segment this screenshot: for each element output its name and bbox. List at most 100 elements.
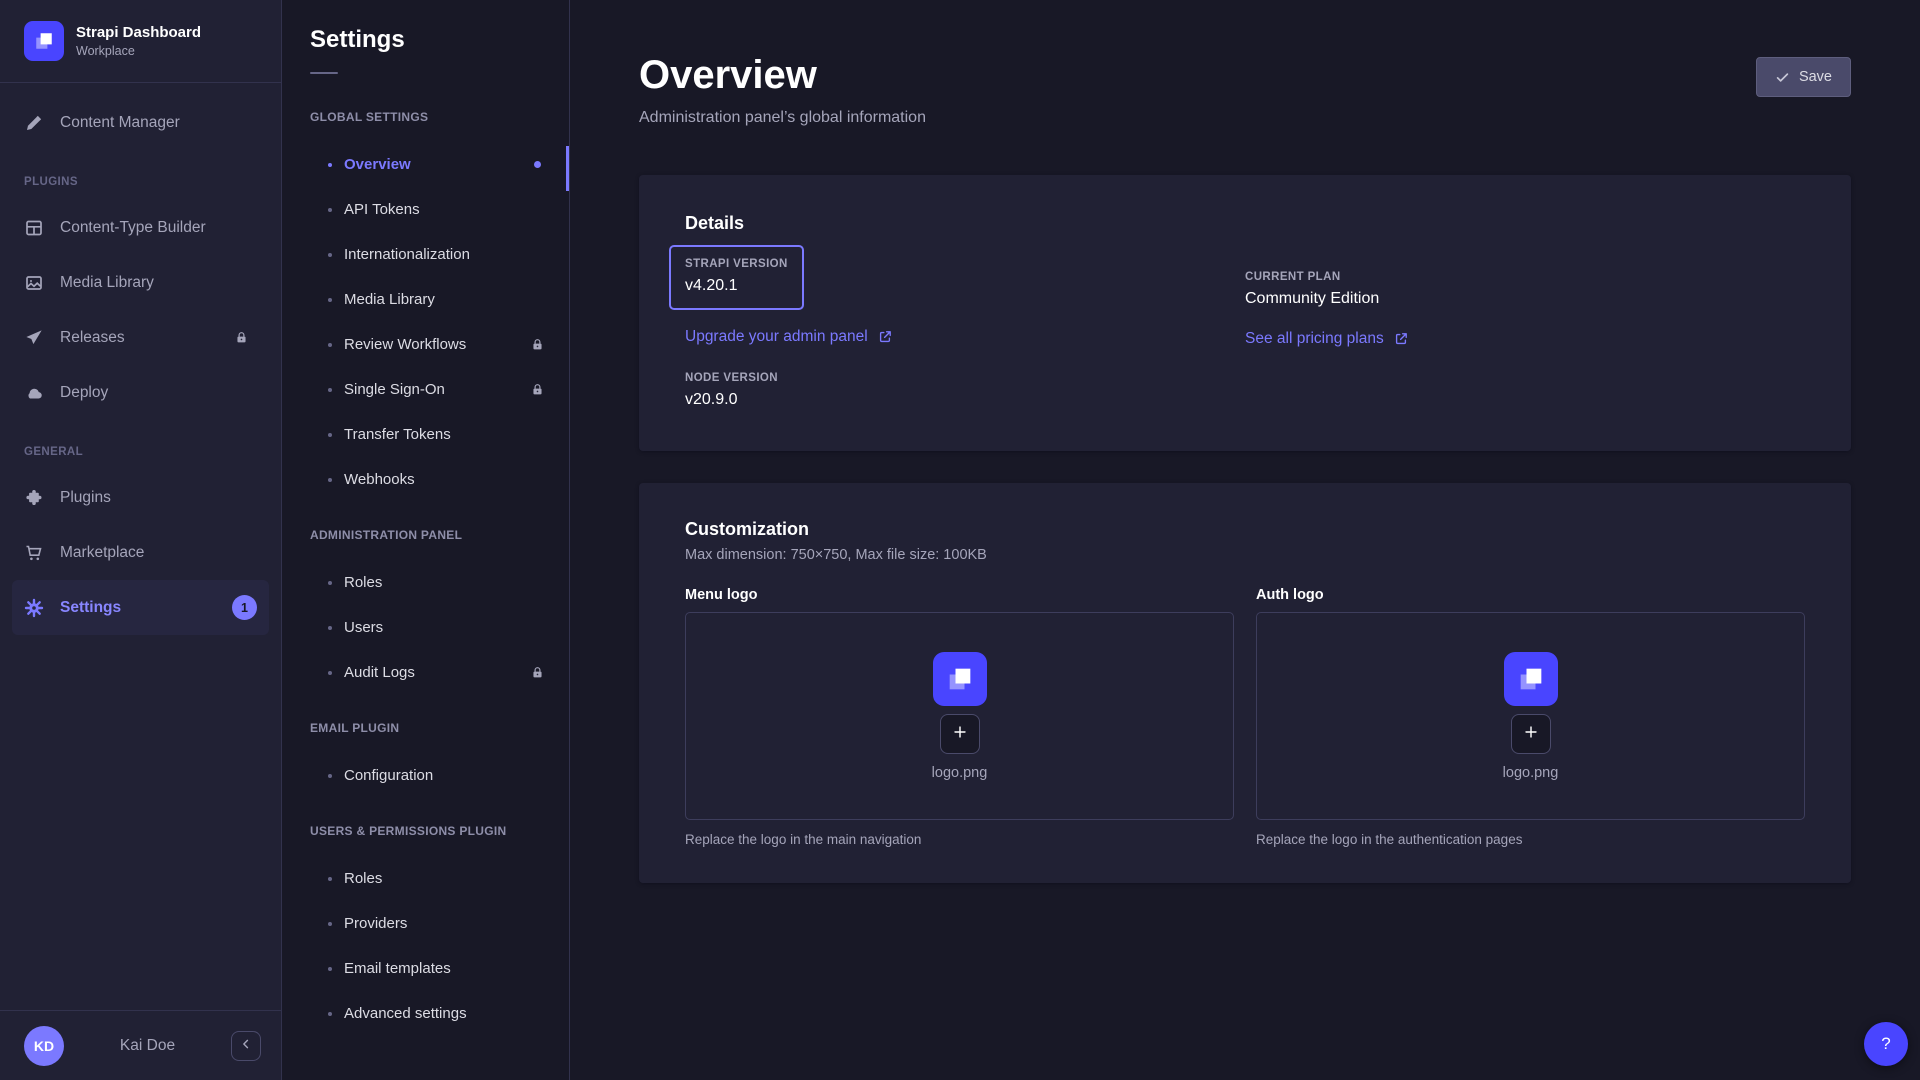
subnav-item-label: Internationalization: [344, 246, 470, 263]
subnav-item-transfer-tokens[interactable]: Transfer Tokens: [282, 412, 569, 457]
menu-logo-hint: Replace the logo in the main navigation: [685, 832, 1234, 847]
bullet-icon: [328, 163, 332, 167]
subnav-item-label: Webhooks: [344, 471, 415, 488]
subnav-section-label-email-plugin: EMAIL PLUGIN: [310, 721, 541, 735]
active-item-edge-indicator: [566, 146, 569, 191]
details-card: Details STRAPI VERSION v4.20.1 Upgrade y…: [639, 175, 1851, 451]
subnav-item-label: Providers: [344, 915, 407, 932]
main-content: Overview Administration panel’s global i…: [570, 0, 1920, 1080]
notification-count-badge: 1: [232, 595, 257, 620]
menu-logo-label: Menu logo: [685, 587, 1234, 603]
grid-icon: [24, 218, 44, 238]
auth-logo-label: Auth logo: [1256, 587, 1805, 603]
sidebar-item-label: Content-Type Builder: [60, 219, 206, 237]
user-bar: KD Kai Doe: [0, 1010, 281, 1080]
bullet-icon: [328, 298, 332, 302]
pricing-link-label: See all pricing plans: [1245, 330, 1384, 348]
menu-logo-filename: logo.png: [932, 765, 988, 781]
subnav-item-label: Audit Logs: [344, 664, 415, 681]
page-subtitle: Administration panel’s global informatio…: [639, 109, 926, 127]
bullet-icon: [328, 343, 332, 347]
avatar[interactable]: KD: [24, 1026, 64, 1066]
subnav-item-roles[interactable]: Roles: [282, 560, 569, 605]
subnav-item-label: Transfer Tokens: [344, 426, 451, 443]
gear-icon: [24, 598, 44, 618]
auth-logo-hint: Replace the logo in the authentication p…: [1256, 832, 1805, 847]
collapse-sidebar-button[interactable]: [231, 1031, 261, 1061]
bullet-icon: [328, 671, 332, 675]
menu-logo-add-button[interactable]: [940, 714, 980, 754]
plus-icon: [1522, 723, 1540, 744]
subnav-item-audit-logs[interactable]: Audit Logs: [282, 650, 569, 695]
subnav-item-label: Users: [344, 619, 383, 636]
sidebar-item-content-type-builder[interactable]: Content-Type Builder: [0, 200, 281, 255]
workspace-switcher[interactable]: Strapi Dashboard Workplace: [0, 0, 281, 83]
subnav-item-webhooks[interactable]: Webhooks: [282, 457, 569, 502]
bullet-icon: [328, 626, 332, 630]
save-button[interactable]: Save: [1756, 57, 1851, 97]
bullet-icon: [328, 967, 332, 971]
menu-logo-upload-box[interactable]: logo.png: [685, 612, 1234, 820]
subnav-item-review-workflows[interactable]: Review Workflows: [282, 322, 569, 367]
subnav-item-single-sign-on[interactable]: Single Sign-On: [282, 367, 569, 412]
lock-icon: [234, 330, 249, 345]
subnav-item-label: Roles: [344, 574, 382, 591]
sidebar-item-plugins[interactable]: Plugins: [0, 470, 281, 525]
subnav-item-label: Email templates: [344, 960, 451, 977]
plus-icon: [951, 723, 969, 744]
main-sidebar: Strapi Dashboard Workplace Content Manag…: [0, 0, 282, 1080]
pricing-plans-link[interactable]: See all pricing plans: [1245, 330, 1409, 348]
page-header: Overview Administration panel’s global i…: [639, 0, 1851, 127]
sidebar-item-deploy[interactable]: Deploy: [0, 365, 281, 420]
sidebar-item-content-manager[interactable]: Content Manager: [0, 95, 281, 150]
auth-logo-block: Auth logo logo.png Replace the logo in t…: [1256, 587, 1805, 847]
sidebar-item-marketplace[interactable]: Marketplace: [0, 525, 281, 580]
sidebar-item-releases[interactable]: Releases: [0, 310, 281, 365]
subnav-item-label: Configuration: [344, 767, 433, 784]
subnav-item-email-templates[interactable]: Email templates: [282, 946, 569, 991]
subnav-item-internationalization[interactable]: Internationalization: [282, 232, 569, 277]
sidebar-item-label: Settings: [60, 599, 121, 617]
subnav-item-label: Advanced settings: [344, 1005, 467, 1022]
auth-logo-upload-box[interactable]: logo.png: [1256, 612, 1805, 820]
subnav-item-users[interactable]: Users: [282, 605, 569, 650]
subnav-item-label: Media Library: [344, 291, 435, 308]
user-name: Kai Doe: [74, 1037, 221, 1055]
subnav-item-media-library[interactable]: Media Library: [282, 277, 569, 322]
subnav-item-label: Single Sign-On: [344, 381, 445, 398]
subnav-section-label-global-settings: GLOBAL SETTINGS: [310, 110, 541, 124]
sidebar-item-label: Releases: [60, 329, 125, 347]
sidebar-item-settings[interactable]: Settings 1: [12, 580, 269, 635]
main-nav-list: Content ManagerPLUGINSContent-Type Build…: [0, 83, 281, 635]
lock-icon: [530, 382, 545, 397]
subnav-item-label: Review Workflows: [344, 336, 466, 353]
bullet-icon: [328, 253, 332, 257]
cloud-icon: [24, 383, 44, 403]
subnav-item-overview[interactable]: Overview: [282, 142, 569, 187]
subnav-item-configuration[interactable]: Configuration: [282, 753, 569, 798]
subnav-item-api-tokens[interactable]: API Tokens: [282, 187, 569, 232]
settings-subnav: Settings GLOBAL SETTINGSOverviewAPI Toke…: [282, 0, 570, 1080]
lock-icon: [530, 665, 545, 680]
current-plan-value: Community Edition: [1245, 290, 1805, 308]
subnav-item-advanced-settings[interactable]: Advanced settings: [282, 991, 569, 1036]
current-plan-label: CURRENT PLAN: [1245, 271, 1805, 283]
help-button[interactable]: ?: [1864, 1022, 1908, 1066]
title-divider: [310, 72, 338, 74]
image-icon: [24, 273, 44, 293]
details-left-column: STRAPI VERSION v4.20.1 Upgrade your admi…: [685, 258, 1245, 409]
external-link-icon: [1393, 331, 1409, 347]
bullet-icon: [328, 433, 332, 437]
sidebar-item-media-library[interactable]: Media Library: [0, 255, 281, 310]
auth-logo-filename: logo.png: [1503, 765, 1559, 781]
sidebar-item-label: Deploy: [60, 384, 108, 402]
auth-logo-add-button[interactable]: [1511, 714, 1551, 754]
bullet-icon: [328, 774, 332, 778]
subnav-item-roles[interactable]: Roles: [282, 856, 569, 901]
puzzle-icon: [24, 488, 44, 508]
edit-icon: [24, 113, 44, 133]
strapi-version-label: STRAPI VERSION: [685, 258, 788, 270]
subnav-item-providers[interactable]: Providers: [282, 901, 569, 946]
send-icon: [24, 328, 44, 348]
upgrade-admin-panel-link[interactable]: Upgrade your admin panel: [685, 328, 893, 346]
